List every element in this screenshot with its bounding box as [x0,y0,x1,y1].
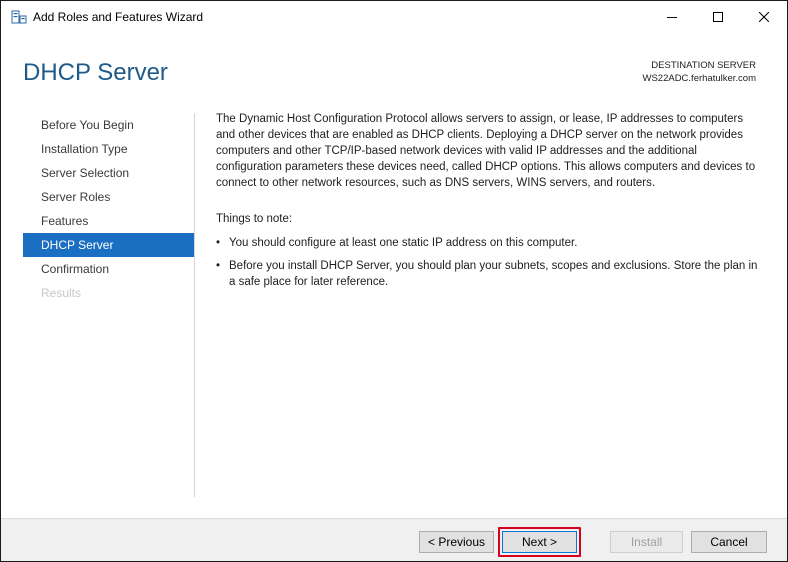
cancel-button[interactable]: Cancel [691,531,767,553]
next-button[interactable]: Next > [502,531,577,553]
maximize-button[interactable] [695,1,741,33]
destination-server-block: DESTINATION SERVER WS22ADC.ferhatulker.c… [642,59,756,85]
nav-item-installation-type[interactable]: Installation Type [23,137,194,161]
nav-item-server-selection[interactable]: Server Selection [23,161,194,185]
wizard-steps-nav: Before You Begin Installation Type Serve… [23,113,194,305]
close-button[interactable] [741,1,787,33]
previous-button[interactable]: < Previous [419,531,494,553]
note-text: Before you install DHCP Server, you shou… [229,260,758,288]
nav-item-server-roles[interactable]: Server Roles [23,185,194,209]
nav-divider [194,113,195,497]
list-item: • You should configure at least one stat… [216,235,761,251]
page-title: DHCP Server [23,59,168,86]
wizard-window: Add Roles and Features Wizard DHCP Serve… [0,0,788,562]
server-manager-icon [11,10,27,24]
note-text: You should configure at least one static… [229,237,578,249]
notes-list: • You should configure at least one stat… [216,235,761,290]
wizard-footer: < Previous Next > Install Cancel [1,518,787,561]
dhcp-description: The Dynamic Host Configuration Protocol … [216,113,756,189]
nav-item-features[interactable]: Features [23,209,194,233]
install-button: Install [610,531,683,553]
maximize-icon [713,12,723,22]
minimize-icon [667,17,677,18]
content-panel: The Dynamic Host Configuration Protocol … [216,111,761,297]
destination-server-name: WS22ADC.ferhatulker.com [642,73,756,84]
nav-item-confirmation[interactable]: Confirmation [23,257,194,281]
nav-item-dhcp-server[interactable]: DHCP Server [23,233,194,257]
title-bar[interactable]: Add Roles and Features Wizard [1,1,787,33]
window-title: Add Roles and Features Wizard [33,10,204,24]
nav-item-before-you-begin[interactable]: Before You Begin [23,113,194,137]
bullet-icon: • [216,260,221,272]
minimize-button[interactable] [649,1,695,33]
things-to-note-heading: Things to note: [216,213,293,225]
destination-label: DESTINATION SERVER [651,60,756,71]
list-item: • Before you install DHCP Server, you sh… [216,258,761,290]
close-icon [759,12,769,22]
bullet-icon: • [216,237,221,249]
nav-item-results: Results [41,286,82,300]
